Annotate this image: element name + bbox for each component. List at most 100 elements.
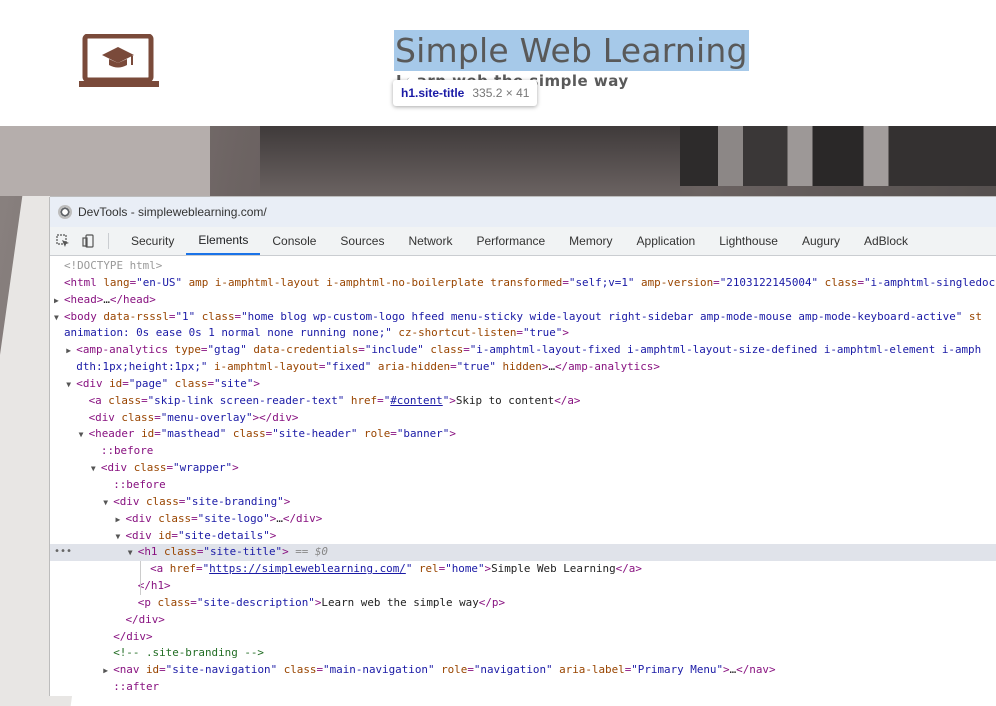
tab-security[interactable]: Security	[119, 227, 186, 255]
dom-line[interactable]: <a href="https://simpleweblearning.com/"…	[50, 561, 996, 578]
dom-line[interactable]: <!-- .site-branding -->	[50, 645, 996, 662]
collapse-triangle-icon[interactable]: ▼	[91, 461, 101, 478]
dom-token-attr: aria-hidden	[371, 360, 451, 374]
dom-token-tag: <div	[100, 461, 134, 475]
devtools-window-title: DevTools - simpleweblearning.com/	[78, 205, 267, 219]
devtools-window: DevTools - simpleweblearning.com/ Securi…	[50, 197, 996, 696]
dom-line[interactable]: ▼ <body data-rsssl="1" class="home blog w…	[50, 309, 996, 326]
tab-adblock[interactable]: AdBlock	[852, 227, 920, 255]
laptop-graduation-cap-icon[interactable]	[79, 34, 159, 88]
dom-line[interactable]: ▶ <head>…</head>	[50, 292, 996, 309]
dom-token-attr: id	[141, 427, 155, 441]
dom-line[interactable]: ▶ <nav id="site-navigation" class="main-n…	[50, 662, 996, 679]
dom-token-tag: <div	[125, 528, 159, 542]
tab-sources[interactable]: Sources	[328, 227, 396, 255]
hero-desk-shadow	[260, 126, 680, 196]
tab-console[interactable]: Console	[260, 227, 328, 255]
collapse-triangle-icon[interactable]: ▼	[79, 427, 89, 444]
dom-token-tag: <a	[150, 562, 170, 576]
dom-line[interactable]: <div class="menu-overlay"></div>	[50, 410, 996, 427]
dom-token-attr: class	[157, 595, 191, 609]
collapse-triangle-icon[interactable]: ▼	[128, 545, 138, 562]
dom-line-selected[interactable]: ••• ▼ <h1 class="site-title"> == $0	[50, 544, 996, 562]
tab-network[interactable]: Network	[396, 227, 464, 255]
dom-line[interactable]: animation: 0s ease 0s 1 normal none runn…	[50, 325, 996, 342]
dom-line[interactable]: ▶ <div class="site-logo">…</div>	[50, 511, 996, 528]
device-toolbar-icon[interactable]	[76, 227, 102, 255]
dom-token-tag: <div	[125, 511, 159, 525]
dom-token-val: "site-description"	[196, 595, 315, 609]
inspect-tooltip: h1.site-title 335.2 × 41	[393, 74, 538, 106]
dom-line[interactable]: <a class="skip-link screen-reader-text" …	[50, 393, 996, 410]
dom-line[interactable]: </h1>	[50, 578, 996, 595]
dom-token-val: "self;v=1"	[568, 275, 635, 289]
dom-line[interactable]: dth:1px;height:1px;" i-amphtml-layout="f…	[50, 359, 996, 376]
collapse-triangle-icon[interactable]: ▼	[66, 377, 76, 394]
tab-performance[interactable]: Performance	[464, 227, 557, 255]
expand-triangle-icon[interactable]: ▶	[66, 343, 76, 360]
line-menu-dots[interactable]: •••	[54, 544, 72, 561]
dom-line[interactable]: ▼ <div class="wrapper">	[50, 460, 996, 477]
expand-triangle-icon[interactable]: ▶	[116, 512, 126, 529]
dom-token-tag: </div>	[282, 511, 323, 525]
tab-application[interactable]: Application	[625, 227, 708, 255]
dom-token-doctype: <!DOCTYPE html>	[64, 259, 163, 272]
dom-token-tag: >	[283, 494, 291, 508]
dom-token-attr: class	[195, 309, 235, 323]
dom-token-val: "site-logo"	[197, 511, 270, 525]
dom-line[interactable]: ▼ <div class="site-branding">	[50, 494, 996, 511]
collapse-triangle-icon[interactable]: ▼	[116, 529, 126, 546]
dom-line[interactable]: </div>	[50, 612, 996, 629]
dom-token-val: "i-amphtml-layout-fixed i-amphtml-layout…	[469, 343, 982, 357]
dom-token-tag: </h1>	[137, 579, 171, 593]
dom-token-tag: <div	[88, 410, 122, 424]
dom-token-attr: class	[423, 343, 464, 357]
devtools-titlebar[interactable]: DevTools - simpleweblearning.com/	[50, 197, 996, 227]
inspect-element-icon[interactable]	[50, 227, 76, 255]
dom-token-attr: amp i-amphtml-layout i-amphtml-no-boiler…	[182, 275, 563, 289]
dom-token-attr: type	[174, 343, 201, 357]
dom-line[interactable]: <!DOCTYPE html>	[50, 258, 996, 275]
dom-line[interactable]: <p class="site-description">Learn web th…	[50, 595, 996, 612]
expand-triangle-icon[interactable]: ▶	[103, 663, 113, 680]
dom-token-text: Simple Web Learning	[491, 562, 616, 576]
dom-token-attr: hidden	[495, 360, 542, 374]
dom-token-link[interactable]: https://simpleweblearning.com/	[209, 562, 406, 575]
expand-triangle-icon[interactable]: ▶	[54, 293, 64, 310]
site-title[interactable]: Simple Web Learning	[394, 30, 749, 71]
tab-memory[interactable]: Memory	[557, 227, 624, 255]
dom-token-val: "menu-overlay"	[160, 410, 253, 424]
dom-token-val: "site-title"	[203, 545, 283, 559]
dom-token-val: "site-navigation"	[165, 663, 278, 677]
dom-line[interactable]: ▼ <div id="site-details">	[50, 528, 996, 545]
collapse-triangle-icon[interactable]: ▼	[103, 495, 113, 512]
dom-token-tag: <html	[64, 275, 104, 289]
dom-token-attr: data-rsssl	[103, 309, 169, 323]
dom-line[interactable]: <html lang="en-US" amp i-amphtml-layout …	[50, 275, 996, 292]
dom-token-link[interactable]: #content	[390, 394, 442, 407]
dom-token-tag: >	[253, 376, 260, 390]
tab-lighthouse[interactable]: Lighthouse	[707, 227, 790, 255]
dom-token-val: "site-branding"	[185, 494, 284, 508]
dom-token-attr: aria-label	[552, 663, 625, 677]
dom-token-tag: <a	[88, 393, 109, 407]
dom-token-val: "true"	[456, 360, 496, 374]
dom-line[interactable]: ::after	[50, 679, 996, 696]
dom-token-attr: class	[168, 376, 208, 390]
dom-token-tag: </div>	[125, 612, 165, 626]
dom-token-val: dth:1px;height:1px;"	[76, 360, 208, 374]
dom-line[interactable]: ::before	[50, 477, 996, 494]
collapse-triangle-icon[interactable]: ▼	[54, 310, 64, 327]
tab-elements[interactable]: Elements	[186, 227, 261, 255]
elements-dom-tree[interactable]: <!DOCTYPE html> <html lang="en-US" amp i-…	[50, 256, 996, 696]
tab-augury[interactable]: Augury	[790, 227, 852, 255]
dom-line[interactable]: </div>	[50, 629, 996, 646]
dom-line[interactable]: ▶ <amp-analytics type="gtag" data-credent…	[50, 342, 996, 359]
dom-token-tag: <head>	[64, 292, 104, 306]
dom-token-tag: >	[562, 326, 569, 340]
dom-token-tag: >	[269, 528, 277, 542]
dom-token-cm: <!-- .site-branding -->	[113, 646, 264, 660]
dom-line[interactable]: ▼ <div id="page" class="site">	[50, 376, 996, 393]
dom-line[interactable]: ::before	[50, 443, 996, 460]
dom-line[interactable]: ▼ <header id="masthead" class="site-heade…	[50, 426, 996, 443]
